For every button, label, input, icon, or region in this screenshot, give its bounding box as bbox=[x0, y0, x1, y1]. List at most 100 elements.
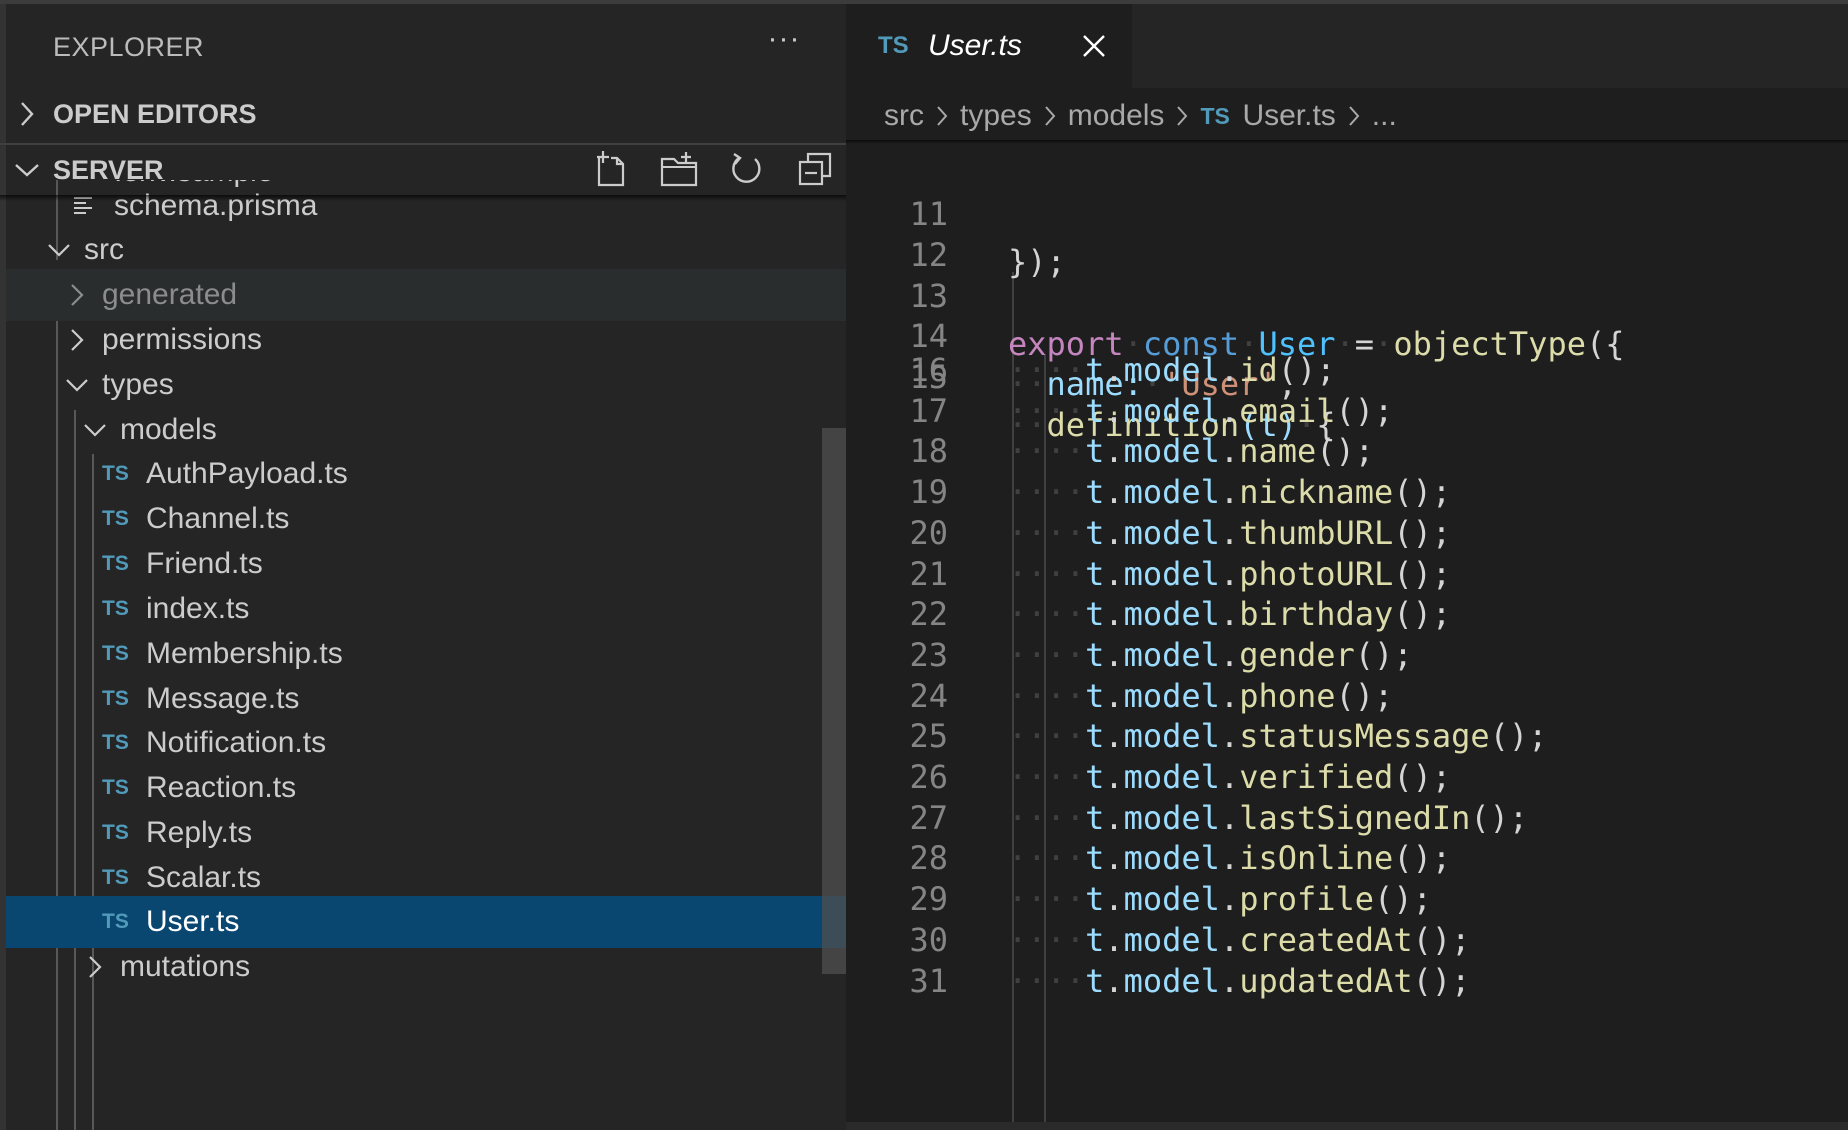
typescript-icon: TS bbox=[102, 776, 129, 799]
file-name: Scalar.ts bbox=[146, 861, 262, 894]
file-name: User.ts bbox=[146, 905, 240, 938]
folder-name: mutations bbox=[120, 950, 251, 983]
code-token: model bbox=[1123, 921, 1220, 959]
model-field-name: updatedAt bbox=[1239, 962, 1413, 1000]
tab-title: User.ts bbox=[928, 29, 1022, 62]
breadcrumb-item[interactable]: types bbox=[960, 99, 1032, 133]
code-token: (); bbox=[1354, 636, 1413, 674]
file-name: Channel.ts bbox=[146, 502, 290, 535]
typescript-icon: TS bbox=[102, 910, 129, 933]
folder-name: permissions bbox=[102, 323, 263, 356]
close-icon[interactable] bbox=[1076, 28, 1112, 64]
code-token: model bbox=[1123, 473, 1220, 511]
code-token: model bbox=[1123, 595, 1220, 633]
code-token: (); bbox=[1393, 514, 1452, 552]
code-token: (); bbox=[1335, 677, 1394, 715]
editor-horizontal-scrollbar[interactable] bbox=[846, 1122, 1848, 1130]
code-token: t bbox=[1085, 473, 1105, 511]
code-token: t bbox=[1085, 432, 1105, 470]
breadcrumb: src types models TS User.ts ... bbox=[884, 94, 1397, 138]
code-token: model bbox=[1123, 717, 1220, 755]
chevron-right-icon bbox=[82, 952, 108, 982]
typescript-icon: TS bbox=[102, 687, 129, 710]
code-token: model bbox=[1123, 351, 1220, 389]
model-field-name: name bbox=[1239, 432, 1317, 470]
folder-name: src bbox=[84, 233, 124, 266]
file-name: Membership.ts bbox=[146, 637, 343, 670]
folder-name: models bbox=[120, 413, 217, 446]
code-token: (); bbox=[1470, 799, 1529, 837]
model-field-name: statusMessage bbox=[1239, 717, 1490, 755]
editor: TS User.ts src types models TS User.ts .… bbox=[846, 0, 1848, 1130]
file-name: Message.ts bbox=[146, 682, 300, 715]
code-token: (); bbox=[1489, 717, 1548, 755]
code-token: (); bbox=[1393, 555, 1452, 593]
model-field-name: nickname bbox=[1239, 473, 1394, 511]
code-token: t bbox=[1085, 555, 1105, 593]
tab-user-ts[interactable]: TS User.ts bbox=[846, 4, 1132, 88]
file-name: Reaction.ts bbox=[146, 771, 297, 804]
typescript-icon: TS bbox=[102, 597, 129, 620]
breadcrumb-item[interactable]: User.ts bbox=[1242, 99, 1335, 133]
sidebar-scrollbar[interactable] bbox=[822, 428, 846, 974]
chevron-down-icon bbox=[0, 162, 53, 178]
model-field-name: photoURL bbox=[1239, 555, 1394, 593]
code-token: (); bbox=[1335, 392, 1394, 430]
model-field-name: phone bbox=[1239, 677, 1336, 715]
code-token: model bbox=[1123, 636, 1220, 674]
typescript-icon: TS bbox=[102, 642, 129, 665]
code-token: (); bbox=[1412, 921, 1471, 959]
code-token: (); bbox=[1412, 962, 1471, 1000]
chevron-right-icon bbox=[1044, 105, 1056, 127]
code-token: t bbox=[1085, 392, 1105, 430]
section-open-editors[interactable]: OPEN EDITORS bbox=[0, 88, 846, 140]
code-token: t bbox=[1085, 962, 1105, 1000]
code-token: t bbox=[1085, 921, 1105, 959]
chevron-right-icon bbox=[64, 325, 90, 355]
model-field-name: verified bbox=[1239, 758, 1394, 796]
breadcrumb-item[interactable]: src bbox=[884, 99, 924, 133]
model-field-name: id bbox=[1239, 351, 1278, 389]
code-token: t bbox=[1085, 514, 1105, 552]
code-token: model bbox=[1123, 514, 1220, 552]
code-token: model bbox=[1123, 555, 1220, 593]
tree-folder-mutations[interactable]: mutations bbox=[6, 941, 846, 993]
code-token: (); bbox=[1316, 432, 1375, 470]
model-field-name: createdAt bbox=[1239, 921, 1413, 959]
code-token: (); bbox=[1393, 839, 1452, 877]
file-name: Reply.ts bbox=[146, 816, 253, 849]
code-token: t bbox=[1085, 351, 1105, 389]
model-field-name: isOnline bbox=[1239, 839, 1394, 877]
code-token: t bbox=[1085, 636, 1105, 674]
more-actions-icon[interactable]: ··· bbox=[762, 24, 806, 64]
typescript-icon: TS bbox=[102, 866, 129, 889]
code-token: t bbox=[1085, 595, 1105, 633]
code-token: (); bbox=[1393, 473, 1452, 511]
typescript-icon: TS bbox=[102, 552, 129, 575]
section-open-editors-label: OPEN EDITORS bbox=[53, 98, 257, 129]
file-name: Notification.ts bbox=[146, 726, 327, 759]
code-area[interactable]: 11 }); 12 13 export·const·User·=·objectT… bbox=[846, 142, 1848, 1130]
code-token: model bbox=[1123, 758, 1220, 796]
typescript-icon: TS bbox=[102, 821, 129, 844]
chevron-right-icon bbox=[0, 101, 53, 127]
chevron-down-icon bbox=[64, 370, 90, 400]
code-token: model bbox=[1123, 962, 1220, 1000]
code-token: t bbox=[1085, 839, 1105, 877]
breadcrumb-item[interactable]: ... bbox=[1372, 99, 1397, 133]
code-token: (); bbox=[1393, 758, 1452, 796]
code-token: t bbox=[1085, 677, 1105, 715]
breadcrumb-item[interactable]: models bbox=[1068, 99, 1165, 133]
model-field-name: profile bbox=[1239, 880, 1375, 918]
explorer-header: EXPLORER ··· bbox=[0, 0, 846, 94]
chevron-down-icon bbox=[46, 235, 72, 265]
code-token: (); bbox=[1393, 595, 1452, 633]
code-token: t bbox=[1085, 880, 1105, 918]
chevron-right-icon bbox=[1348, 105, 1360, 127]
code-token: t bbox=[1085, 799, 1105, 837]
file-name: Friend.ts bbox=[146, 547, 263, 580]
code-token: model bbox=[1123, 799, 1220, 837]
typescript-icon: TS bbox=[1200, 102, 1230, 129]
folder-name: generated bbox=[102, 278, 238, 311]
explorer-title: EXPLORER bbox=[53, 32, 205, 62]
